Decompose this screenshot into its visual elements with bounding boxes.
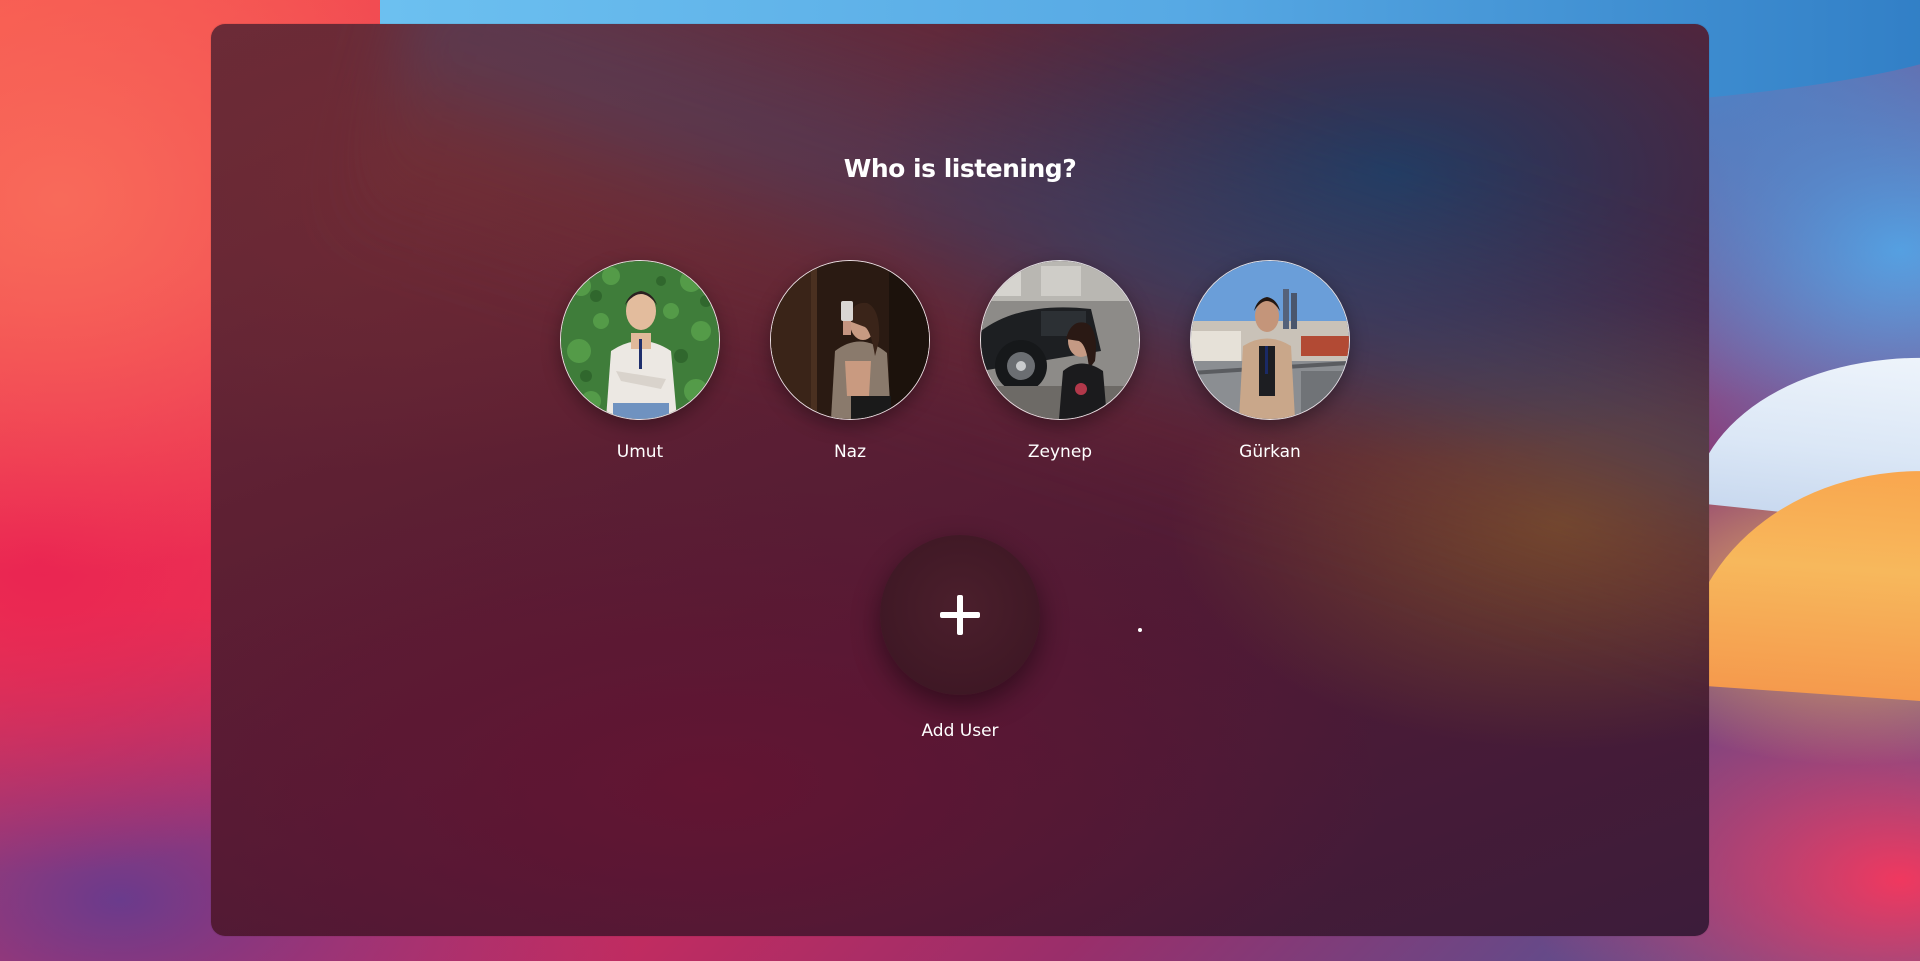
add-user-button[interactable]: Add User [875, 535, 1045, 741]
profile-name: Naz [833, 442, 867, 462]
add-user-label: Add User [921, 721, 999, 741]
desktop-wallpaper: Who is listening? Umut Naz Zeynep Gürkan… [0, 0, 1920, 961]
avatar[interactable] [770, 260, 930, 420]
avatar[interactable] [1190, 260, 1350, 420]
user-photo-icon [771, 261, 929, 419]
profile-name: Zeynep [1027, 442, 1093, 462]
user-photo-icon [1191, 261, 1349, 419]
profile-umut[interactable]: Umut [550, 260, 730, 462]
add-user-circle[interactable] [880, 535, 1040, 695]
profile-gurkan[interactable]: Gürkan [1180, 260, 1360, 462]
profile-naz[interactable]: Naz [760, 260, 940, 462]
user-photo-icon [561, 261, 719, 419]
plus-icon [940, 595, 980, 635]
profile-list: Umut Naz Zeynep Gürkan [211, 260, 1709, 500]
profile-zeynep[interactable]: Zeynep [970, 260, 1150, 462]
avatar[interactable] [980, 260, 1140, 420]
page-title: Who is listening? [843, 154, 1077, 183]
profile-selection-panel: Who is listening? Umut Naz Zeynep Gürkan… [211, 24, 1709, 936]
cursor-dot [1138, 628, 1142, 632]
user-photo-icon [981, 261, 1139, 419]
profile-name: Gürkan [1239, 442, 1301, 462]
avatar[interactable] [560, 260, 720, 420]
profile-name: Umut [616, 442, 664, 462]
